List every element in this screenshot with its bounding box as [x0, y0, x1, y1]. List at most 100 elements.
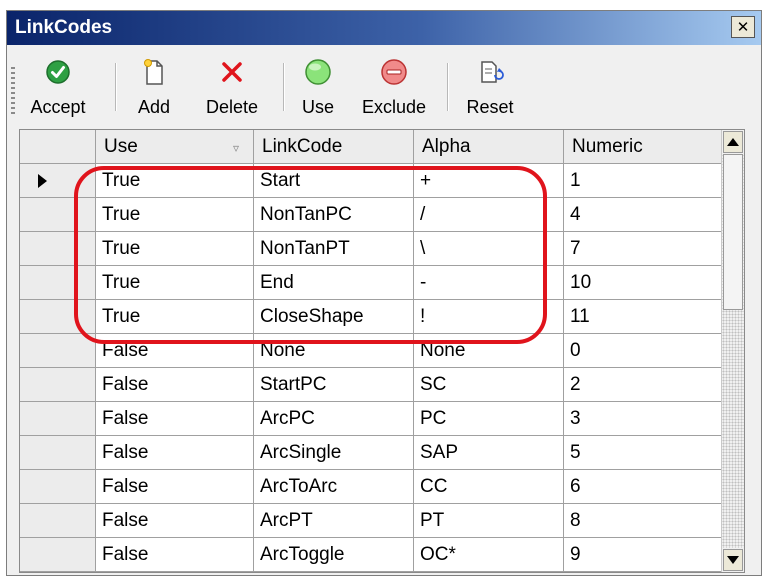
cell-numeric[interactable]: 9 [564, 538, 724, 572]
table-row[interactable]: True Start + 1 [20, 164, 724, 198]
cell-alpha[interactable]: CC [414, 470, 564, 504]
cell-use[interactable]: False [96, 436, 254, 470]
cell-numeric[interactable]: 10 [564, 266, 724, 300]
cell-alpha[interactable]: ! [414, 300, 564, 334]
cell-linkcode[interactable]: NonTanPC [254, 198, 414, 232]
table-row[interactable]: False ArcToggle OC* 9 [20, 538, 724, 572]
cell-numeric[interactable]: 4 [564, 198, 724, 232]
table-row[interactable]: True NonTanPT \ 7 [20, 232, 724, 266]
cell-alpha[interactable]: SAP [414, 436, 564, 470]
cell-use[interactable]: True [96, 232, 254, 266]
table-row[interactable]: False ArcSingle SAP 5 [20, 436, 724, 470]
cell-numeric[interactable]: 0 [564, 334, 724, 368]
cell-linkcode[interactable]: ArcToggle [254, 538, 414, 572]
row-header[interactable] [20, 232, 96, 266]
row-header[interactable] [20, 470, 96, 504]
toolbar-grip[interactable] [11, 67, 15, 115]
row-header[interactable] [20, 164, 96, 198]
row-header-corner[interactable] [20, 130, 96, 164]
reset-button[interactable]: Reset [455, 51, 525, 127]
cell-numeric[interactable]: 11 [564, 300, 724, 334]
column-header-label: Numeric [572, 136, 643, 157]
cell-linkcode[interactable]: NonTanPT [254, 232, 414, 266]
close-icon: ✕ [736, 19, 750, 36]
cell-numeric[interactable]: 3 [564, 402, 724, 436]
cell-alpha[interactable]: SC [414, 368, 564, 402]
column-header-linkcode[interactable]: LinkCode [254, 130, 414, 164]
arrow-up-icon [727, 138, 739, 146]
cell-alpha[interactable]: + [414, 164, 564, 198]
row-header[interactable] [20, 402, 96, 436]
cell-use[interactable]: True [96, 198, 254, 232]
cell-alpha[interactable]: / [414, 198, 564, 232]
table-row[interactable]: True NonTanPC / 4 [20, 198, 724, 232]
red-x-icon [222, 62, 242, 82]
linkcodes-window: LinkCodes ✕ Accept Add Delete Use Exclud… [6, 10, 762, 576]
table-row[interactable]: True End - 10 [20, 266, 724, 300]
cell-use[interactable]: True [96, 300, 254, 334]
cell-alpha[interactable]: \ [414, 232, 564, 266]
title-bar: LinkCodes ✕ [7, 11, 761, 45]
row-header[interactable] [20, 198, 96, 232]
exclude-button[interactable]: Exclude [351, 51, 437, 127]
cell-use[interactable]: True [96, 266, 254, 300]
cell-alpha[interactable]: None [414, 334, 564, 368]
column-header-use[interactable]: Use ▿ [96, 130, 254, 164]
scroll-up-button[interactable] [723, 131, 743, 153]
cell-linkcode[interactable]: StartPC [254, 368, 414, 402]
delete-button[interactable]: Delete [191, 51, 273, 127]
red-minus-circle-icon [381, 59, 407, 85]
row-header[interactable] [20, 504, 96, 538]
cell-linkcode[interactable]: ArcPC [254, 402, 414, 436]
table-row[interactable]: False StartPC SC 2 [20, 368, 724, 402]
cell-numeric[interactable]: 5 [564, 436, 724, 470]
cell-numeric[interactable]: 7 [564, 232, 724, 266]
row-header[interactable] [20, 300, 96, 334]
cell-numeric[interactable]: 1 [564, 164, 724, 198]
grid-header: Use ▿ LinkCode Alpha Numeric [20, 130, 724, 164]
add-label: Add [137, 97, 171, 117]
cell-use[interactable]: True [96, 164, 254, 198]
toolbar-separator [115, 63, 117, 111]
cell-linkcode[interactable]: End [254, 266, 414, 300]
row-header[interactable] [20, 538, 96, 572]
cell-linkcode[interactable]: Start [254, 164, 414, 198]
add-button[interactable]: Add [127, 51, 181, 127]
row-header[interactable] [20, 368, 96, 402]
table-row[interactable]: False ArcPC PC 3 [20, 402, 724, 436]
cell-numeric[interactable]: 2 [564, 368, 724, 402]
cell-use[interactable]: False [96, 334, 254, 368]
table-row[interactable]: False None None 0 [20, 334, 724, 368]
cell-use[interactable]: False [96, 504, 254, 538]
cell-linkcode[interactable]: CloseShape [254, 300, 414, 334]
cell-linkcode[interactable]: ArcSingle [254, 436, 414, 470]
vertical-scrollbar[interactable] [721, 130, 744, 572]
row-header[interactable] [20, 436, 96, 470]
table-row[interactable]: False ArcPT PT 8 [20, 504, 724, 538]
cell-use[interactable]: False [96, 538, 254, 572]
cell-alpha[interactable]: PT [414, 504, 564, 538]
cell-linkcode[interactable]: None [254, 334, 414, 368]
close-button[interactable]: ✕ [731, 16, 755, 38]
cell-numeric[interactable]: 6 [564, 470, 724, 504]
use-button[interactable]: Use [291, 51, 345, 127]
row-header[interactable] [20, 334, 96, 368]
column-header-alpha[interactable]: Alpha [414, 130, 564, 164]
cell-numeric[interactable]: 8 [564, 504, 724, 538]
arrow-down-icon [727, 556, 739, 564]
table-row[interactable]: False ArcToArc CC 6 [20, 470, 724, 504]
row-header[interactable] [20, 266, 96, 300]
scroll-thumb[interactable] [723, 154, 743, 310]
cell-alpha[interactable]: PC [414, 402, 564, 436]
cell-linkcode[interactable]: ArcPT [254, 504, 414, 538]
table-row[interactable]: True CloseShape ! 11 [20, 300, 724, 334]
cell-linkcode[interactable]: ArcToArc [254, 470, 414, 504]
scroll-down-button[interactable] [723, 549, 743, 571]
cell-use[interactable]: False [96, 368, 254, 402]
cell-use[interactable]: False [96, 470, 254, 504]
cell-use[interactable]: False [96, 402, 254, 436]
cell-alpha[interactable]: OC* [414, 538, 564, 572]
cell-alpha[interactable]: - [414, 266, 564, 300]
column-header-numeric[interactable]: Numeric [564, 130, 724, 164]
accept-button[interactable]: Accept [17, 51, 99, 127]
